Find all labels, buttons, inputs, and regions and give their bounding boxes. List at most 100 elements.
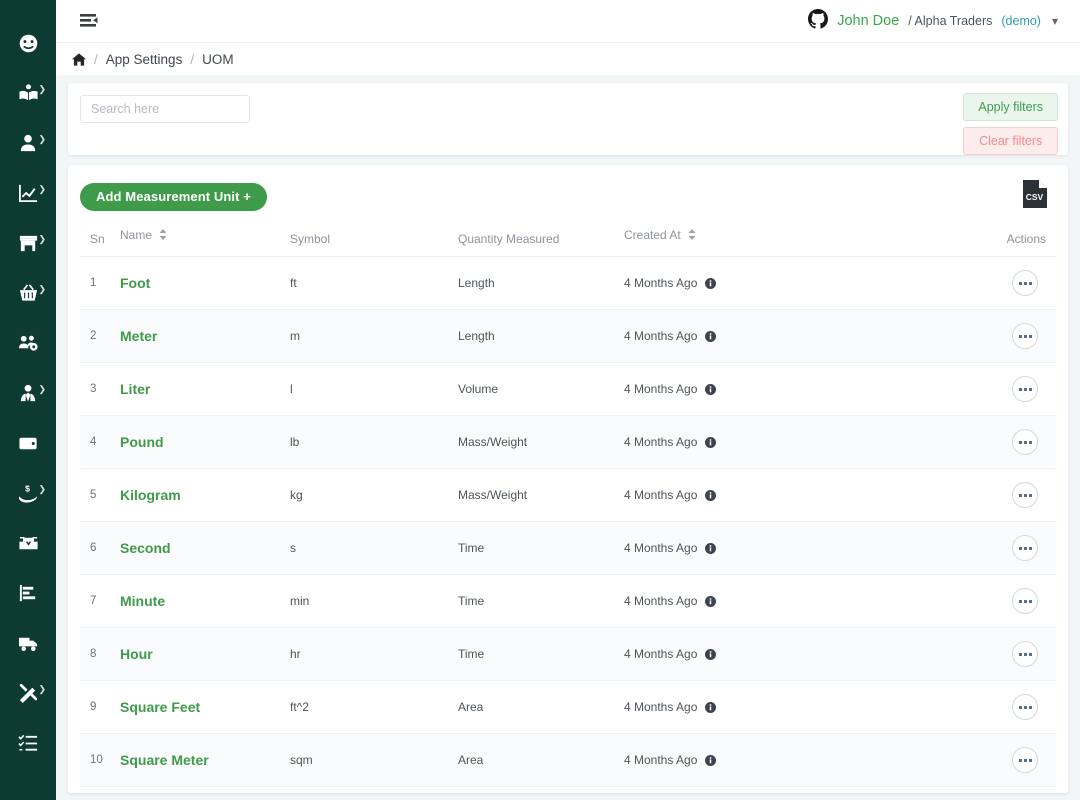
user-menu[interactable]: John Doe / Alpha Traders (demo) ▾	[808, 8, 1058, 34]
breadcrumb-sep-1: /	[94, 51, 98, 67]
uom-name-link[interactable]: Pound	[120, 434, 164, 450]
table-header-row: Sn Name Symbol Quantity Measured Created…	[80, 228, 1056, 257]
uom-name-link[interactable]: Second	[120, 540, 171, 556]
cell-created-at: 4 Months Ago	[624, 733, 864, 787]
org-tag: (demo)	[1001, 14, 1041, 28]
ellipsis-icon[interactable]	[1012, 482, 1038, 508]
ellipsis-icon[interactable]	[1012, 535, 1038, 561]
info-circle-icon[interactable]	[705, 490, 717, 504]
topbar: John Doe / Alpha Traders (demo) ▾	[56, 0, 1080, 43]
csv-file-icon[interactable]: CSV	[1022, 179, 1048, 214]
clear-filters-button[interactable]: Clear filters	[963, 127, 1058, 155]
cell-name: Foot	[120, 256, 290, 310]
ellipsis-icon[interactable]	[1012, 323, 1038, 349]
uom-name-link[interactable]: Square Meter	[120, 752, 209, 768]
sort-icon-name[interactable]	[159, 229, 167, 243]
info-circle-icon[interactable]	[705, 702, 717, 716]
ellipsis-icon[interactable]	[1012, 694, 1038, 720]
cell-actions	[864, 468, 1056, 522]
info-circle-icon[interactable]	[705, 649, 717, 663]
breadcrumb-item-uom[interactable]: UOM	[202, 52, 234, 67]
ellipsis-icon[interactable]	[1012, 270, 1038, 296]
cell-symbol: l	[290, 362, 458, 416]
cell-actions	[864, 309, 1056, 363]
created-at-text: 4 Months Ago	[624, 647, 698, 661]
ellipsis-icon[interactable]	[1012, 429, 1038, 455]
cell-sn: 4	[80, 415, 120, 469]
sidebar-item-reports[interactable]: ❯	[0, 168, 56, 218]
sidebar-item-staff[interactable]: ❯	[0, 368, 56, 418]
column-header-actions: Actions	[864, 228, 1056, 257]
cell-symbol: m	[290, 309, 458, 363]
cell-created-at: 4 Months Ago	[624, 521, 864, 575]
cell-symbol: t	[290, 786, 458, 793]
info-circle-icon[interactable]	[705, 278, 717, 292]
apply-filters-button[interactable]: Apply filters	[963, 93, 1058, 121]
uom-name-link[interactable]: Hour	[120, 646, 153, 662]
cell-symbol: min	[290, 574, 458, 628]
created-at-text: 4 Months Ago	[624, 700, 698, 714]
chevron-down-icon[interactable]: ▾	[1052, 14, 1058, 28]
table-row: 4 Pound lb Mass/Weight 4 Months Ago	[80, 415, 1056, 469]
cell-sn: 10	[80, 733, 120, 787]
sidebar-item-store[interactable]: ❯	[0, 218, 56, 268]
uom-name-link[interactable]: Minute	[120, 593, 165, 609]
ellipsis-icon[interactable]	[1012, 641, 1038, 667]
sidebar-item-wallet[interactable]	[0, 418, 56, 468]
ellipsis-icon[interactable]	[1012, 747, 1038, 773]
home-icon[interactable]	[72, 52, 86, 66]
uom-name-link[interactable]: Foot	[120, 275, 150, 291]
cell-name: Meter	[120, 309, 290, 363]
cell-quantity: t	[458, 786, 624, 793]
cell-quantity: Area	[458, 680, 624, 734]
column-header-name[interactable]: Name	[120, 228, 290, 257]
sidebar-item-tasks[interactable]	[0, 718, 56, 768]
cell-symbol: ft	[290, 256, 458, 310]
ellipsis-icon[interactable]	[1012, 588, 1038, 614]
cell-symbol: hr	[290, 627, 458, 681]
truck-icon	[18, 633, 39, 654]
sidebar-item-inventory[interactable]	[0, 518, 56, 568]
sidebar-item-team[interactable]	[0, 318, 56, 368]
cell-sn: 11	[80, 786, 120, 793]
uom-name-link[interactable]: Square Feet	[120, 699, 200, 715]
uom-name-link[interactable]: Meter	[120, 328, 157, 344]
column-header-created-at[interactable]: Created At	[624, 228, 864, 257]
sidebar-item-settings[interactable]: ❯	[0, 668, 56, 718]
cell-name: Minute	[120, 574, 290, 628]
search-input[interactable]	[80, 95, 250, 123]
uom-name-link[interactable]: Liter	[120, 381, 150, 397]
breadcrumb: / App Settings / UOM	[56, 43, 1080, 75]
sidebar-item-shipping[interactable]	[0, 618, 56, 668]
breadcrumb-item-app-settings[interactable]: App Settings	[106, 52, 183, 67]
table-row: 8 Hour hr Time 4 Months Ago	[80, 627, 1056, 681]
sort-icon-created-at[interactable]	[688, 229, 696, 243]
table-row: 5 Kilogram kg Mass/Weight 4 Months Ago	[80, 468, 1056, 522]
add-measurement-unit-button[interactable]: Add Measurement Unit +	[80, 182, 267, 211]
sidebar-item-analytics[interactable]	[0, 568, 56, 618]
cell-quantity: Length	[458, 256, 624, 310]
user-icon	[18, 133, 39, 154]
ellipsis-icon[interactable]	[1012, 376, 1038, 402]
sidebar-item-customers[interactable]: ❯	[0, 118, 56, 168]
info-circle-icon[interactable]	[705, 331, 717, 345]
info-circle-icon[interactable]	[705, 543, 717, 557]
chevron-right-icon: ❯	[38, 184, 46, 194]
info-circle-icon[interactable]	[705, 437, 717, 451]
cell-quantity: Volume	[458, 362, 624, 416]
sidebar-item-catalog[interactable]: ❯	[0, 68, 56, 118]
cell-quantity: Mass/Weight	[458, 415, 624, 469]
cell-actions	[864, 680, 1056, 734]
wallet-icon	[18, 433, 39, 454]
sidebar-item-dashboard[interactable]	[0, 18, 56, 68]
info-circle-icon[interactable]	[705, 755, 717, 769]
info-circle-icon[interactable]	[705, 596, 717, 610]
menu-fold-icon[interactable]	[74, 7, 104, 35]
uom-name-link[interactable]: Kilogram	[120, 487, 181, 503]
sidebar-item-payments[interactable]: $ ❯	[0, 468, 56, 518]
cell-created-at: 4 Months Ago	[624, 468, 864, 522]
cell-created-at: 4 Months Ago	[624, 627, 864, 681]
sidebar-item-purchases[interactable]: ❯	[0, 268, 56, 318]
column-header-symbol: Symbol	[290, 228, 458, 257]
info-circle-icon[interactable]	[705, 384, 717, 398]
